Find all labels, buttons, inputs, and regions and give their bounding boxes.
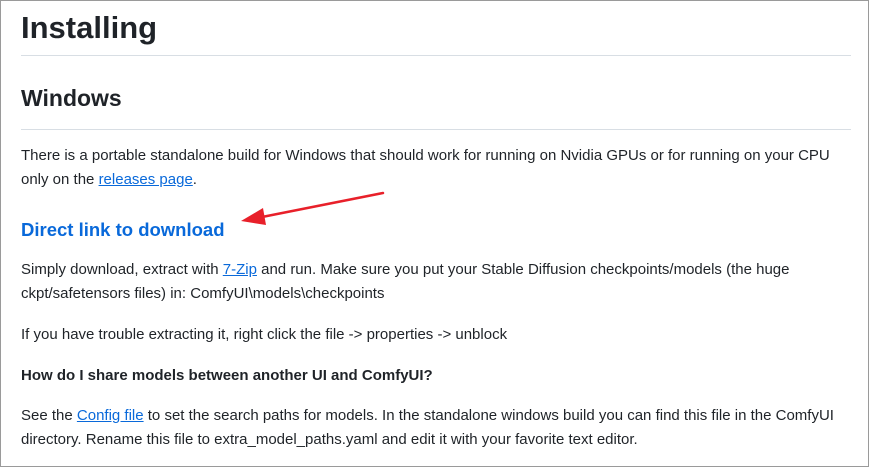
section-title-windows: Windows <box>21 56 851 130</box>
faq-text-1: See the <box>21 407 77 424</box>
page-title: Installing <box>21 1 851 56</box>
7zip-link[interactable]: 7-Zip <box>223 261 257 278</box>
red-pointer-arrow-icon <box>241 191 385 225</box>
config-file-link[interactable]: Config file <box>77 407 144 424</box>
download-heading: Direct link to download <box>21 218 851 242</box>
intro-text-2: . <box>192 171 197 188</box>
faq-text-2: to set the search paths for models. In t… <box>21 407 834 448</box>
trouble-paragraph: If you have trouble extracting it, right… <box>21 326 508 343</box>
releases-page-link[interactable]: releases page <box>99 171 193 188</box>
direct-download-link[interactable]: Direct link to download <box>21 219 225 240</box>
screenshot-frame: Installing Windows There is a portable s… <box>0 0 869 467</box>
download-paragraph: Simply download, extract with 7-Zip and … <box>21 258 851 306</box>
faq-heading: How do I share models between another UI… <box>21 367 433 384</box>
intro-paragraph: There is a portable standalone build for… <box>21 144 851 192</box>
download-text-1: Simply download, extract with <box>21 261 223 278</box>
readme-content: Installing Windows There is a portable s… <box>21 1 851 452</box>
faq-paragraph: See the Config file to set the search pa… <box>21 404 851 452</box>
